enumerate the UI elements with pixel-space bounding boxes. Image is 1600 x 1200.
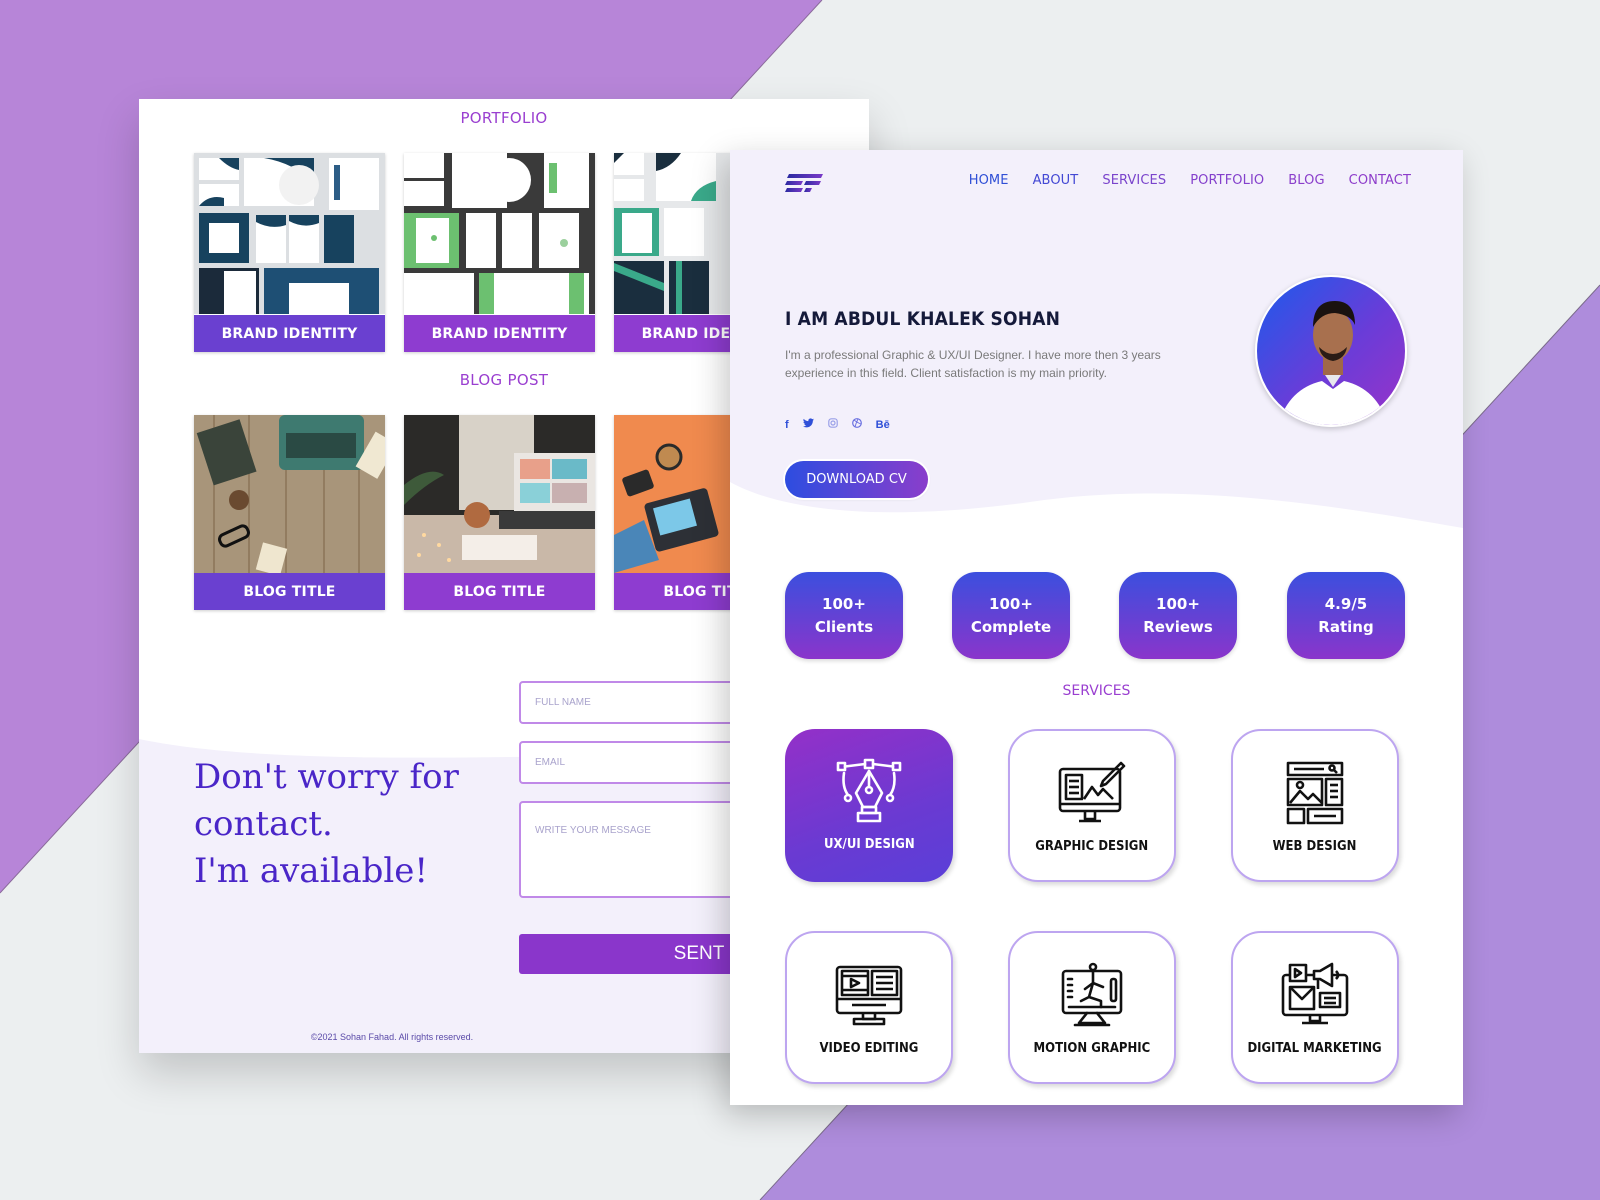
footer-copyright: ©2021 Sohan Fahad. All rights reserved. xyxy=(310,1032,474,1042)
email-placeholder: EMAIL xyxy=(535,757,566,768)
stat-label: Clients xyxy=(814,617,874,636)
video-editing-icon xyxy=(835,965,903,1026)
portfolio-thumbnail-green xyxy=(404,153,595,314)
dribbble-icon[interactable] xyxy=(851,418,862,431)
service-label: WEB DESIGN xyxy=(1273,839,1357,854)
digital-marketing-icon xyxy=(1281,962,1349,1025)
stat-value: 100+ xyxy=(822,594,866,613)
stat-reviews: 100+ Reviews xyxy=(1119,572,1237,659)
service-card-web-design[interactable]: WEB DESIGN xyxy=(1231,729,1399,882)
social-links: f Bē xyxy=(785,418,890,431)
nav-contact[interactable]: CONTACT xyxy=(1349,173,1411,188)
message-placeholder: WRITE YOUR MESSAGE xyxy=(535,825,651,836)
service-label: UX/UI DESIGN xyxy=(823,837,915,852)
portfolio-card-label: BRAND IDENTITY xyxy=(404,315,595,352)
nav-services[interactable]: SERVICES xyxy=(1102,173,1166,188)
instagram-icon[interactable] xyxy=(827,418,838,431)
service-label: GRAPHIC DESIGN xyxy=(1035,839,1149,854)
portfolio-thumbnail-navy xyxy=(194,153,385,314)
hero-name: I AM ABDUL KHALEK SOHAN xyxy=(785,308,1061,330)
stat-value: 100+ xyxy=(989,594,1033,613)
nav-blog[interactable]: BLOG xyxy=(1288,173,1324,188)
full-name-placeholder: FULL NAME xyxy=(535,697,591,708)
stat-label: Complete xyxy=(970,617,1052,636)
blog-thumbnail-typewriter xyxy=(194,415,385,573)
service-label: MOTION GRAPHIC xyxy=(1033,1041,1151,1056)
service-label: VIDEO EDITING xyxy=(819,1041,919,1056)
monitor-design-icon xyxy=(1058,761,1126,823)
blog-card-label: BLOG TITLE xyxy=(194,573,385,610)
contact-heading-line: contact. xyxy=(194,804,333,844)
pen-tool-icon xyxy=(836,758,902,823)
main-nav: HOME ABOUT SERVICES PORTFOLIO BLOG CONTA… xyxy=(969,173,1411,188)
facebook-icon[interactable]: f xyxy=(785,419,789,431)
stat-rating: 4.9/5 Rating xyxy=(1287,572,1405,659)
web-layout-icon xyxy=(1286,761,1344,825)
twitter-icon[interactable] xyxy=(802,418,814,431)
download-cv-button[interactable]: DOWNLOAD CV xyxy=(785,461,928,498)
nav-home[interactable]: HOME xyxy=(969,173,1009,188)
blog-card-label: BLOG TITLE xyxy=(404,573,595,610)
contact-heading-line: Don't worry for xyxy=(194,757,459,797)
portfolio-section-title: PORTFOLIO xyxy=(460,109,548,127)
portfolio-card-label: BRAND IDENTITY xyxy=(194,315,385,352)
hero-description: I'm a professional Graphic & UX/UI Desig… xyxy=(785,348,1161,380)
portfolio-card[interactable]: BRAND IDENTITY xyxy=(194,153,385,352)
contact-heading: Don't worry for contact. I'm available! xyxy=(194,754,514,895)
nav-about[interactable]: ABOUT xyxy=(1033,173,1079,188)
service-card-motion-graphic[interactable]: MOTION GRAPHIC xyxy=(1008,931,1176,1084)
blog-card[interactable]: BLOG TITLE xyxy=(404,415,595,610)
service-card-digital-marketing[interactable]: DIGITAL MARKETING xyxy=(1231,931,1399,1084)
stat-value: 100+ xyxy=(1156,594,1200,613)
service-card-video-editing[interactable]: VIDEO EDITING xyxy=(785,931,953,1084)
contact-heading-line: I'm available! xyxy=(194,851,429,891)
service-card-graphic-design[interactable]: GRAPHIC DESIGN xyxy=(1008,729,1176,882)
motion-graphic-icon xyxy=(1061,962,1123,1027)
blog-card[interactable]: BLOG TITLE xyxy=(194,415,385,610)
sf-logo[interactable] xyxy=(785,172,825,196)
stat-clients: 100+ Clients xyxy=(785,572,903,659)
portfolio-card[interactable]: BRAND IDENTITY xyxy=(404,153,595,352)
stat-label: Reviews xyxy=(1143,617,1213,636)
profile-photo xyxy=(1278,301,1388,425)
home-page-mockup: HOME ABOUT SERVICES PORTFOLIO BLOG CONTA… xyxy=(730,150,1463,1105)
nav-portfolio[interactable]: PORTFOLIO xyxy=(1190,173,1264,188)
services-section-title: SERVICES xyxy=(1062,683,1131,699)
stat-value: 4.9/5 xyxy=(1324,594,1368,613)
service-card-ux-ui[interactable]: UX/UI DESIGN xyxy=(785,729,953,882)
service-label: DIGITAL MARKETING xyxy=(1247,1041,1383,1056)
stat-complete: 100+ Complete xyxy=(952,572,1070,659)
behance-icon[interactable]: Bē xyxy=(876,419,890,431)
blog-thumbnail-laptop xyxy=(404,415,595,573)
profile-avatar xyxy=(1255,275,1407,427)
stat-label: Rating xyxy=(1318,617,1374,636)
